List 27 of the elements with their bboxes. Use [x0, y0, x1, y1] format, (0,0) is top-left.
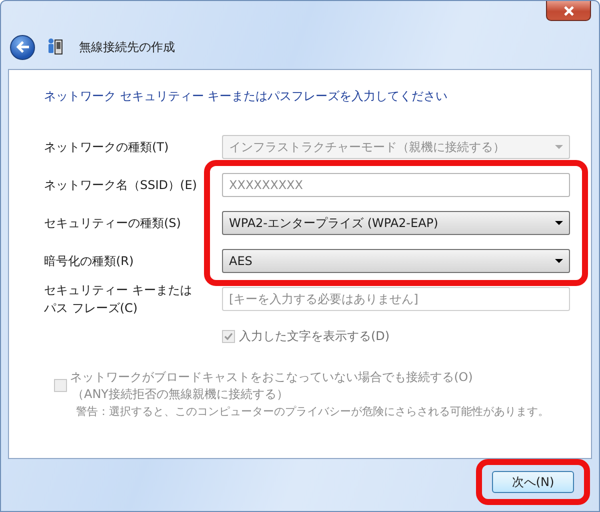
dropdown-value: AES	[229, 254, 252, 268]
back-button[interactable]	[10, 34, 35, 60]
checkbox-label: 入力した文字を表示する(D)	[239, 328, 390, 345]
window-title: 無線接続先の作成	[79, 38, 175, 56]
network-computer-icon	[47, 38, 63, 56]
dropdown-arrow-icon	[555, 259, 563, 263]
input-field[interactable]: XXXXXXXXX	[222, 173, 570, 197]
checkbox-note: （ANY接続拒否の無線親機に接続する）	[72, 386, 290, 403]
next-button[interactable]: 次へ(N)	[492, 471, 574, 493]
field-label: 暗号化の種類(R)	[44, 253, 135, 270]
field-label: ネットワークの種類(T)	[44, 139, 170, 156]
dropdown-value: インフラストラクチャーモード（親機に接続する）	[229, 138, 505, 156]
field-label: ネットワーク名（SSID）(E)	[44, 177, 198, 194]
close-button[interactable]	[546, 1, 591, 21]
field-label: セキュリティー キーまたは	[44, 282, 192, 299]
checkbox-label: ネットワークがブロードキャストをおこなっていない場合でも接続する(O)	[70, 369, 474, 386]
warning-text: 警告：選択すると、このコンピューターのプライバシーが危険にさらされる可能性があります。	[76, 404, 549, 420]
field-label: パス フレーズ(C)	[44, 300, 138, 317]
dropdown[interactable]: WPA2-エンタープライズ (WPA2-EAP)	[222, 211, 570, 235]
dropdown[interactable]: AES	[222, 249, 570, 273]
instruction-heading: ネットワーク セキュリティー キーまたはパスフレーズを入力してください	[44, 88, 449, 105]
dropdown-value: WPA2-エンタープライズ (WPA2-EAP)	[229, 214, 438, 232]
close-icon	[562, 6, 576, 16]
dropdown-arrow-icon	[555, 221, 563, 225]
field-label: セキュリティーの種類(S)	[44, 215, 182, 232]
back-arrow-icon	[16, 41, 30, 53]
dropdown-arrow-icon	[555, 145, 563, 149]
